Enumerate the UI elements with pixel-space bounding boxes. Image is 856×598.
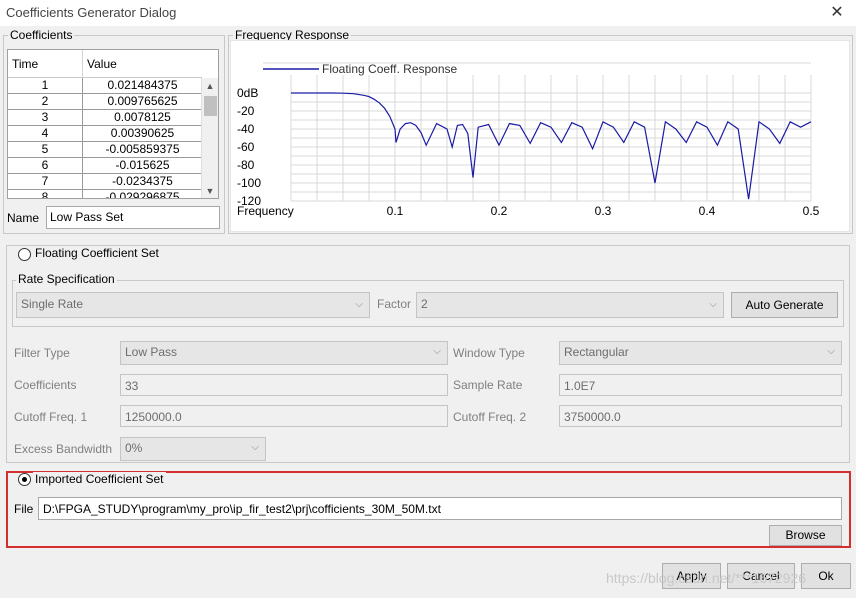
coefficients-table[interactable]: Time Value 1 0.021484375 2 0.009765625 3 0.…	[7, 49, 219, 199]
table-row[interactable]: 5 -0.005859375	[8, 142, 202, 158]
chevron-down-icon: ⌵	[355, 299, 363, 310]
watermark-text: https://blog.csdn.net/***1672926	[606, 570, 807, 586]
name-label: Name	[7, 211, 40, 225]
value-cell: 0.0078125	[114, 110, 171, 124]
x-tick-label: 0.3	[595, 204, 612, 218]
scroll-down-icon[interactable]: ▼	[202, 183, 218, 198]
y-tick-label: -40	[237, 122, 255, 136]
x-tick-label: 0.2	[491, 204, 508, 218]
time-cell: 5	[8, 142, 83, 158]
excess-bandwidth-select[interactable]: 0% ⌵	[120, 437, 266, 461]
filter-type-value: Low Pass	[125, 345, 178, 359]
table-row[interactable]: 1 0.021484375	[8, 78, 202, 94]
legend-label: Floating Coeff. Response	[322, 62, 458, 76]
rate-select-value: Single Rate	[21, 297, 84, 311]
floating-coefficient-label[interactable]: Floating Coefficient Set	[33, 246, 161, 260]
sample-rate-field[interactable]: 1.0E7	[559, 374, 842, 396]
coefficients-count-label: Coefficients	[14, 378, 77, 392]
value-cell: 0.021484375	[107, 78, 178, 92]
name-input[interactable]: Low Pass Set	[46, 206, 220, 229]
time-cell: 2	[8, 94, 83, 110]
time-cell: 6	[8, 158, 83, 174]
y-tick-label: -80	[237, 158, 255, 172]
column-header-time[interactable]: Time	[8, 50, 83, 78]
cutoff-freq-2-label: Cutoff Freq. 2	[453, 410, 527, 424]
window-title: Coefficients Generator Dialog	[6, 5, 177, 20]
value-cell: 0.00390625	[110, 126, 175, 140]
x-tick-label: 0.1	[387, 204, 404, 218]
x-tick-label: 0.5	[803, 204, 820, 218]
table-header: Time Value	[8, 50, 202, 78]
coefficients-count-field[interactable]: 33	[120, 374, 448, 396]
x-axis-ticks: 0.1 0.2 0.3 0.4 0.5	[387, 204, 820, 218]
browse-button[interactable]: Browse	[769, 525, 842, 546]
frequency-response-chart: 0dB -20 -40 -60 -80 -100 -120 0.1 0.2 0.3 0.4 0.5 …	[230, 40, 850, 232]
close-icon[interactable]: ✕	[826, 2, 848, 24]
window-type-value: Rectangular	[564, 345, 629, 359]
floating-coefficient-radio[interactable]	[18, 248, 31, 261]
window-type-label: Window Type	[453, 346, 525, 360]
chevron-down-icon: ⌵	[827, 346, 835, 357]
time-cell: 8	[8, 190, 83, 198]
factor-label: Factor	[377, 297, 412, 311]
cutoff-freq-1-label: Cutoff Freq. 1	[14, 410, 88, 424]
table-body: 1 0.021484375 2 0.009765625 3 0.0078125 4 0.…	[8, 78, 202, 199]
y-tick-label: -100	[237, 176, 261, 190]
ok-button[interactable]: Ok	[801, 563, 851, 589]
y-tick-label: -60	[237, 140, 255, 154]
cutoff-freq-1-field[interactable]: 1250000.0	[120, 405, 448, 427]
factor-select-value: 2	[421, 297, 428, 311]
scroll-thumb[interactable]	[204, 96, 217, 116]
time-cell: 1	[8, 78, 83, 94]
title-bar: Coefficients Generator Dialog ✕	[0, 0, 856, 26]
rate-select[interactable]: Single Rate ⌵	[16, 292, 370, 318]
chevron-down-icon: ⌵	[709, 299, 717, 310]
filter-type-label: Filter Type	[14, 346, 70, 360]
table-row[interactable]: 8 -0.029296875	[8, 190, 202, 199]
filter-type-select[interactable]: Low Pass ⌵	[120, 341, 448, 365]
x-tick-label: 0.4	[699, 204, 716, 218]
y-tick-label: 0dB	[237, 86, 258, 100]
table-row[interactable]: 2 0.009765625	[8, 94, 202, 110]
y-axis-ticks: 0dB-20-40-60-80-100-120	[237, 86, 261, 208]
coefficients-group-label: Coefficients	[8, 28, 75, 42]
factor-select[interactable]: 2 ⌵	[416, 292, 724, 318]
sample-rate-label: Sample Rate	[453, 378, 523, 392]
chevron-down-icon: ⌵	[251, 442, 259, 453]
window-type-select[interactable]: Rectangular ⌵	[559, 341, 842, 365]
value-cell: -0.0234375	[112, 174, 173, 188]
imported-coefficient-radio[interactable]	[18, 473, 31, 486]
excess-bandwidth-value: 0%	[125, 441, 143, 455]
radio-selected-dot	[22, 477, 27, 482]
imported-coefficient-label[interactable]: Imported Coefficient Set	[33, 472, 166, 486]
value-cell: -0.005859375	[105, 142, 180, 156]
value-cell: -0.015625	[115, 158, 170, 172]
excess-bandwidth-label: Excess Bandwidth	[14, 442, 113, 456]
auto-generate-button[interactable]: Auto Generate	[731, 292, 838, 318]
x-axis-label: Frequency	[237, 204, 294, 218]
scroll-up-icon[interactable]: ▲	[202, 78, 218, 94]
table-row[interactable]: 3 0.0078125	[8, 110, 202, 126]
chevron-down-icon: ⌵	[433, 346, 441, 357]
cutoff-freq-2-field[interactable]: 3750000.0	[559, 405, 842, 427]
table-row[interactable]: 7 -0.0234375	[8, 174, 202, 190]
frequency-response-plot: 0dB-20-40-60-80-100-120 0.1 0.2 0.3 0.4 0.5 …	[237, 62, 820, 218]
file-label: File	[14, 502, 34, 516]
time-cell: 4	[8, 126, 83, 142]
column-header-value[interactable]: Value	[83, 50, 202, 78]
y-tick-label: -20	[237, 104, 255, 118]
time-cell: 3	[8, 110, 83, 126]
table-row[interactable]: 6 -0.015625	[8, 158, 202, 174]
file-path-input[interactable]: D:\FPGA_STUDY\program\my_pro\ip_fir_test…	[38, 497, 842, 520]
value-cell: 0.009765625	[107, 94, 178, 108]
rate-specification-label: Rate Specification	[16, 272, 117, 286]
time-cell: 7	[8, 174, 83, 190]
value-cell: -0.029296875	[105, 190, 180, 199]
table-row[interactable]: 4 0.00390625	[8, 126, 202, 142]
chart-grid	[263, 62, 812, 202]
table-scrollbar[interactable]: ▲ ▼	[201, 78, 218, 198]
legend: Floating Coeff. Response	[263, 62, 458, 76]
